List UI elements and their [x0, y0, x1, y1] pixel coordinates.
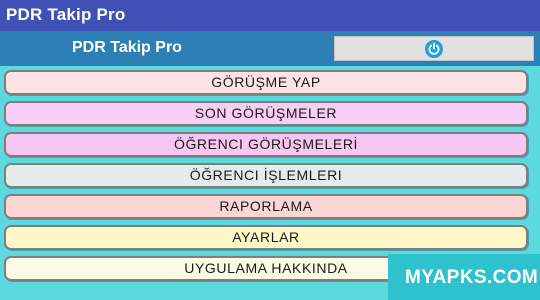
menu-item-gorusme-yap[interactable]: GÖRÜŞME YAP	[4, 70, 528, 95]
power-button[interactable]	[334, 36, 534, 61]
menu-item-son-gorusmeler[interactable]: SON GÖRÜŞMELER	[4, 101, 528, 126]
menu-item-ogrenci-islemleri[interactable]: ÖĞRENCI İŞLEMLERI	[4, 163, 528, 188]
menu-item-raporlama[interactable]: RAPORLAMA	[4, 194, 528, 219]
app-bar: PDR Takip Pro	[0, 0, 540, 31]
watermark-banner: MYAPKS.COM	[388, 254, 540, 300]
header-bar: PDR Takip Pro	[0, 31, 540, 66]
watermark-text: MYAPKS.COM	[405, 267, 539, 288]
menu-item-ogrenci-gorusmeleri[interactable]: ÖĞRENCI GÖRÜŞMELERİ	[4, 132, 528, 157]
app-title: PDR Takip Pro	[6, 5, 126, 24]
header-title: PDR Takip Pro	[72, 39, 182, 56]
menu-item-ayarlar[interactable]: AYARLAR	[4, 225, 528, 250]
power-icon	[425, 40, 443, 58]
